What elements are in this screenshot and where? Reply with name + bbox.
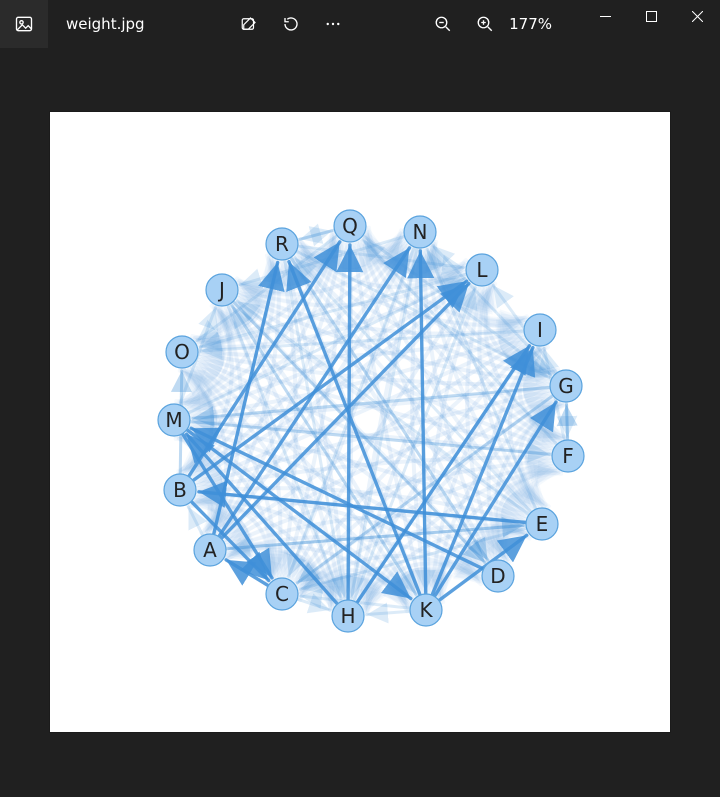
- zoom-toolbar: 177%: [423, 4, 558, 44]
- graph-node-label: M: [165, 408, 182, 432]
- image-viewport[interactable]: Q N R L J I O G M F B E A D C K H: [0, 48, 720, 797]
- more-icon: [324, 15, 342, 33]
- graph-node-label: C: [275, 582, 289, 606]
- zoom-out-icon: [434, 15, 452, 33]
- edit-image-icon: [240, 15, 258, 33]
- close-button[interactable]: [674, 0, 720, 32]
- graph-node-label: I: [537, 318, 543, 342]
- graph-node-label: K: [419, 598, 433, 622]
- graph-node-label: Q: [342, 214, 358, 238]
- window-controls: [582, 0, 720, 48]
- minimize-button[interactable]: [582, 0, 628, 32]
- graph-node-label: E: [536, 512, 549, 536]
- maximize-button[interactable]: [628, 0, 674, 32]
- more-button[interactable]: [313, 4, 353, 44]
- rotate-button[interactable]: [271, 4, 311, 44]
- filename: weight.jpg: [66, 15, 145, 33]
- rotate-icon: [282, 15, 300, 33]
- zoom-in-button[interactable]: [465, 4, 505, 44]
- graph-node-label: O: [174, 340, 190, 364]
- zoom-level: 177%: [509, 15, 552, 33]
- file-thumbnail: [0, 0, 48, 48]
- graph-node-label: L: [476, 258, 488, 282]
- close-icon: [692, 11, 703, 22]
- graph-node-label: D: [490, 564, 505, 588]
- graph-node-label: H: [340, 604, 355, 628]
- graph-figure: Q N R L J I O G M F B E A D C K H: [50, 112, 670, 732]
- titlebar: weight.jpg: [0, 0, 720, 48]
- zoom-out-button[interactable]: [423, 4, 463, 44]
- graph-node-label: R: [275, 232, 289, 256]
- maximize-icon: [646, 11, 657, 22]
- graph-node-label: F: [562, 444, 574, 468]
- image-canvas: Q N R L J I O G M F B E A D C K H: [50, 112, 670, 732]
- graph-node-label: N: [413, 220, 428, 244]
- image-icon: [14, 14, 34, 34]
- edit-image-button[interactable]: [229, 4, 269, 44]
- graph-node-label: G: [558, 374, 574, 398]
- graph-node-label: B: [173, 478, 187, 502]
- graph-node-label: J: [217, 278, 225, 302]
- center-toolbar: [229, 4, 353, 44]
- graph-node-label: A: [203, 538, 217, 562]
- zoom-in-icon: [476, 15, 494, 33]
- minimize-icon: [600, 11, 611, 22]
